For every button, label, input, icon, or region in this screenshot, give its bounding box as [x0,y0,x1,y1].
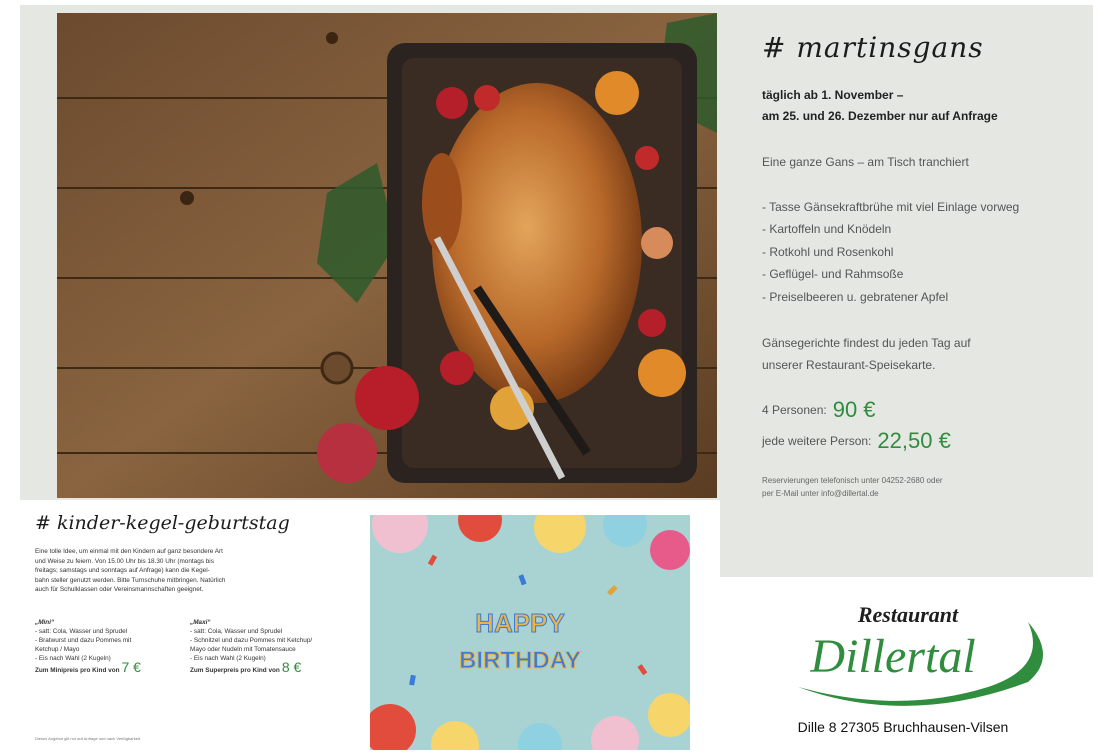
logo-dillertal-text: Dillertal [809,630,975,683]
price-row-four-persons: 4 Personen: 90 € [762,397,876,423]
intro-line: Eine tolle Idee, um einmal mit den Kinde… [35,548,223,555]
birthday-text-birthday: BIRTHDAY [459,647,581,674]
menu-price-label: Zum Superpreis pro Kind von [190,667,280,674]
price-value: 22,50 € [877,428,951,453]
price-value: 90 € [832,397,876,422]
intro-line: und Weise zu feiern. Von 15.00 Uhr bis 1… [35,557,214,565]
martinsgans-date-line: täglich ab 1. November – [762,88,904,102]
martinsgans-item: - Rotkohl und Rosenkohl [762,245,894,259]
menu-price: Zum Superpreis pro Kind von 8 € [190,660,340,675]
menu-item: Mayo oder Nudeln mit Tomatensauce [190,646,296,653]
menu-price-value: 8 € [281,659,302,675]
kegel-geburtstag-section: # kinder-kegel-geburtstag Eine tolle Ide… [20,500,720,750]
restaurant-logo-area: Restaurant Dillertal Dille 8 27305 Bruch… [718,577,1093,750]
flyer-panel: # martinsgans täglich ab 1. November – a… [20,5,1093,750]
menu-item: - satt: Cola, Wasser und Sprudel [35,628,128,635]
restaurant-address: Dille 8 27305 Bruchhausen-Vilsen [797,719,1009,735]
martinsgans-hashtag: # martinsgans [762,31,984,64]
martinsgans-section: # martinsgans täglich ab 1. November – a… [740,5,1090,575]
birthday-illustration: HAPPY BIRTHDAY [370,515,690,750]
reservation-note-line-1: Reservierungen telefonisch unter 04252-2… [762,476,943,485]
menu-maxi: „Maxi“ - satt: Cola, Wasser und Sprudel … [190,618,340,675]
menu-mini: „Mini“ - satt: Cola, Wasser und Sprudel … [35,618,185,675]
roast-goose-photo [57,13,717,498]
price-row-additional-person: jede weitere Person: 22,50 € [762,428,951,454]
martinsgans-item: - Preiselbeeren u. gebratener Apfel [762,290,949,304]
martinsgans-item: - Kartoffeln und Knödeln [762,222,892,236]
martinsgans-note-line-1: Gänsegerichte findest du jeden Tag auf [762,336,971,350]
reservation-note-line-2: per E-Mail unter info@dillertal.de [762,489,879,498]
martinsgans-date-note: am 25. und 26. Dezember nur auf Anfrage [762,109,998,123]
logo-restaurant-text: Restaurant [857,602,959,627]
price-label: jede weitere Person: [762,434,872,448]
menu-item: - satt: Cola, Wasser und Sprudel [190,628,283,635]
menu-price-label: Zum Minipreis pro Kind von [35,667,120,674]
party-fine-print: Dieses Angebot gilt nur auf Anfrage und … [35,736,140,741]
intro-line: auch für Schulklassen oder Vereinsmannsc… [35,586,204,594]
martinsgans-note-line-2: unserer Restaurant-Speisekarte. [762,358,936,372]
roast-goose-illustration [57,13,717,498]
menu-item: - Eis nach Wahl (2 Kugeln) [35,655,111,662]
menu-title: „Maxi“ [190,619,211,626]
intro-line: bahn steller genutzt werden. Bitte Turns… [35,576,226,584]
intro-line: freitags; samstags und sonntags auf Anfr… [35,567,210,575]
happy-birthday-image: HAPPY BIRTHDAY [370,515,690,750]
page: # martinsgans täglich ab 1. November – a… [0,0,1097,752]
dillertal-logo: Restaurant Dillertal [798,602,1043,706]
menu-item: - Schnitzel und dazu Pommes mit Ketchup/ [190,637,313,644]
birthday-text-happy: HAPPY [475,608,565,638]
menu-item: - Eis nach Wahl (2 Kugeln) [190,655,266,662]
kegel-geburtstag-hashtag: # kinder-kegel-geburtstag [35,512,290,534]
party-intro: Eine tolle Idee, um einmal mit den Kinde… [35,547,335,595]
menu-title: „Mini“ [35,619,55,626]
martinsgans-item: - Tasse Gänsekraftbrühe mit viel Einlage… [762,200,1020,214]
menu-price: Zum Minipreis pro Kind von 7 € [35,660,185,675]
martinsgans-description: Eine ganze Gans – am Tisch tranchiert [762,155,969,169]
menu-price-value: 7 € [121,659,141,675]
menu-item: Ketchup / Mayo [35,646,80,653]
menu-item: - Bratwurst und dazu Pommes mit [35,637,132,644]
price-label: 4 Personen: [762,403,827,417]
martinsgans-item: - Geflügel- und Rahmsoße [762,267,904,281]
